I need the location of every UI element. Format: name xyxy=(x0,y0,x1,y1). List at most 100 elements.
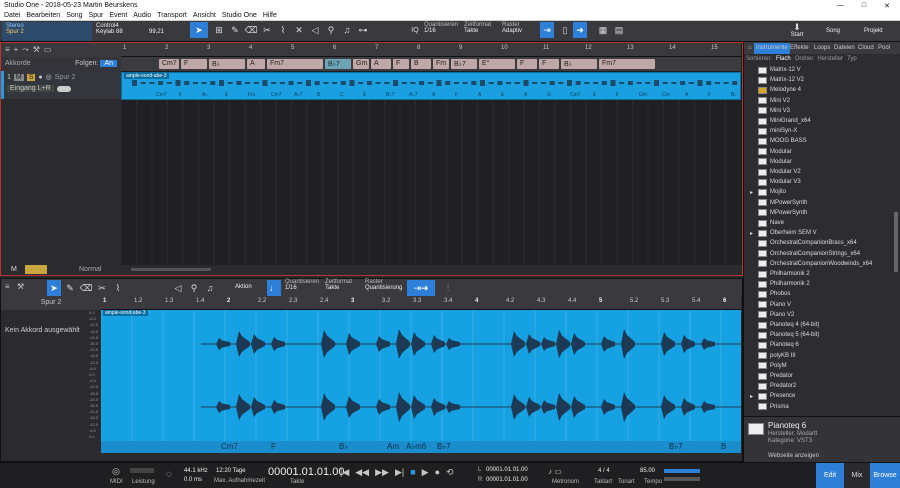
menu-bearbeiten[interactable]: Bearbeiten xyxy=(26,12,60,19)
chord-block[interactable]: B♭7 xyxy=(325,59,351,69)
instrument-item[interactable]: Pianoteq 6 xyxy=(758,340,898,350)
tab-dateien[interactable]: Dateien xyxy=(832,43,857,54)
metronome-icon[interactable]: ♪ ▭ xyxy=(548,467,562,476)
editor-zoom-icon[interactable]: ⚲ xyxy=(187,280,201,296)
speaker-icon[interactable]: ◁ xyxy=(308,22,322,38)
menu-ansicht[interactable]: Ansicht xyxy=(193,12,216,19)
editor-chord-label[interactable]: Am xyxy=(387,442,399,451)
instrument-item[interactable]: MPowerSynth xyxy=(758,198,898,208)
editor-chord-label[interactable]: B♭7 xyxy=(437,442,451,451)
bend-icon[interactable]: ⌇ xyxy=(276,22,290,38)
editor-quantize-field[interactable]: Quantisieren 1/16 xyxy=(285,279,319,291)
instrument-item[interactable]: PolyM xyxy=(758,361,898,371)
instrument-item[interactable]: OrchestralCompanionBrass_x64 xyxy=(758,238,898,248)
eraser-icon[interactable]: ⌫ xyxy=(244,22,258,38)
maximize-button[interactable]: □ xyxy=(862,2,866,9)
chord-block[interactable]: Cm7 xyxy=(159,59,179,69)
grid-icon[interactable]: ▦ xyxy=(596,22,610,38)
tempo-value[interactable]: 85.00 xyxy=(640,468,655,474)
taktart-value[interactable]: 4 / 4 xyxy=(598,468,610,474)
chord-block[interactable]: F xyxy=(181,59,207,69)
record-button[interactable]: ● xyxy=(38,74,42,81)
instrument-item[interactable]: Predator2 xyxy=(758,381,898,391)
start-button[interactable]: ⬇ Start xyxy=(778,22,816,41)
autoscroll-icon[interactable]: ➜ xyxy=(573,22,587,38)
menu-hilfe[interactable]: Hilfe xyxy=(263,12,277,19)
chord-block[interactable]: B♭ xyxy=(209,59,245,69)
editor-menu-icon[interactable]: ≡ xyxy=(5,282,10,291)
instrument-item[interactable]: OrchestralCompanionStrings_x64 xyxy=(758,249,898,259)
editor-arrow-icon[interactable]: ➤ xyxy=(47,280,61,296)
chord-track-lane[interactable]: Cm7 F B♭ A Fm7 B♭7 Gm A F B Fm B♭7 E° F F B♭ Fm7 xyxy=(121,57,741,71)
chord-block[interactable]: F xyxy=(539,59,559,69)
snap-button[interactable]: ⇥ xyxy=(540,22,554,41)
instrument-item[interactable]: ▸ Mojito xyxy=(750,187,898,197)
raster-field[interactable]: Raster Adaptiv xyxy=(502,22,538,41)
chord-block[interactable]: F xyxy=(393,59,409,69)
sort-typ[interactable]: Typ xyxy=(847,56,857,64)
stop-icon[interactable]: ■ xyxy=(410,467,415,478)
editor-speaker-icon[interactable]: ◁ xyxy=(171,280,185,296)
menu-event[interactable]: Event xyxy=(109,12,127,19)
snap-rel-icon[interactable]: ▯ xyxy=(558,22,572,38)
instrument-item[interactable]: ▸ Presence xyxy=(750,391,898,401)
instrument-item[interactable]: MOOG BASS xyxy=(758,136,898,146)
menu-song[interactable]: Song xyxy=(66,12,82,19)
track-list-icon[interactable]: ≡ xyxy=(5,45,10,55)
play-icon[interactable]: ▶ xyxy=(422,467,429,478)
instrument-item[interactable]: Pianoteq 5 (64-bit) xyxy=(758,330,898,340)
iq-button[interactable]: IQ xyxy=(408,22,420,41)
editor-chord-lane[interactable]: Cm7 F B♭ Am A♭m6 B♭7 B♭7 B xyxy=(101,441,741,453)
editor-ruler[interactable]: 1 1.2 1.3 1.4 2 2.2 2.3 2.4 3 3.2 3.3 3.4 4 4.2 4.3 4.4… xyxy=(101,296,741,310)
volume-toggle[interactable] xyxy=(56,85,71,92)
mute-tool-icon[interactable]: ✕ xyxy=(292,22,306,38)
browser-scrollbar[interactable] xyxy=(894,212,898,272)
range-tool-icon[interactable]: ⊞ xyxy=(212,22,226,38)
horizontal-scrollbar[interactable] xyxy=(131,268,211,271)
editor-chord-label[interactable]: B♭7 xyxy=(669,442,683,451)
expand-arrow-icon[interactable]: ▸ xyxy=(750,230,753,237)
expand-arrow-icon[interactable]: ▸ xyxy=(750,189,753,196)
editor-wrench-icon[interactable]: ⚒ xyxy=(17,282,24,291)
forward-icon[interactable]: ▶▶ xyxy=(375,467,389,478)
editor-listen-icon[interactable]: ♫ xyxy=(203,280,217,296)
instrument-item[interactable]: Mini V3 xyxy=(758,106,898,116)
menu-datei[interactable]: Datei xyxy=(4,12,20,19)
tab-loops[interactable]: Loops xyxy=(812,43,832,54)
scissors-icon[interactable]: ✂ xyxy=(260,22,274,38)
track-name[interactable]: Spur 2 xyxy=(55,74,76,81)
tab-instrumente[interactable]: Instrumente xyxy=(754,43,790,54)
browser-home-icon[interactable]: ⌂ xyxy=(746,43,754,54)
footer-m-button[interactable]: M xyxy=(11,266,17,273)
track-row[interactable]: 1 M S ● ◎ Spur 2 Eingang L+R xyxy=(1,71,121,99)
arrange-grid[interactable] xyxy=(120,100,741,265)
editor-options-icon[interactable]: ⫶ xyxy=(441,280,455,296)
instrument-item[interactable]: Piano V xyxy=(758,300,898,310)
wrench-icon[interactable]: ⚒ xyxy=(33,45,40,55)
aktion-menu[interactable]: Aktion xyxy=(235,284,252,290)
audio-event[interactable]: ample-sond-abe-3 Cm7 F A♭ E Fm Cm7 A♭7 B C E B♭7 A♭… xyxy=(121,72,741,100)
editor-scissors-icon[interactable]: ✂ xyxy=(95,280,109,296)
edit-button[interactable]: Edit xyxy=(816,463,844,488)
chord-block[interactable]: A xyxy=(371,59,391,69)
instrument-item[interactable]: MPowerSynth xyxy=(758,208,898,218)
footer-normal-label[interactable]: Normal xyxy=(79,266,102,273)
instrument-item[interactable]: ▸ Oberheim SEM V xyxy=(750,228,898,238)
loop-end-value[interactable]: 00001.01.01.00 xyxy=(486,477,528,483)
instrument-item[interactable]: Philharmonik 2 xyxy=(758,269,898,279)
footer-color-swatch[interactable] xyxy=(25,265,47,274)
instrument-item[interactable]: Piano V2 xyxy=(758,310,898,320)
close-button[interactable]: ✕ xyxy=(884,2,890,10)
editor-chord-label[interactable]: Cm7 xyxy=(221,442,238,451)
website-link[interactable]: Webseite anzeigen xyxy=(768,453,819,459)
quantize-field[interactable]: Quantisieren 1/16 xyxy=(424,22,462,41)
loop-icon[interactable]: ⟲ xyxy=(446,467,454,478)
automation-icon[interactable]: ⤳ xyxy=(22,45,28,55)
pencil-icon[interactable]: ✎ xyxy=(228,22,242,38)
monitor-button[interactable]: ◎ xyxy=(46,73,52,81)
instrument-item[interactable]: Philharmonik 2 xyxy=(758,279,898,289)
tab-effekte[interactable]: Effekte xyxy=(788,43,811,54)
menu-studio-one[interactable]: Studio One xyxy=(222,12,257,19)
editor-timeformat-field[interactable]: Zeitformat Takte xyxy=(325,279,352,291)
tab-pool[interactable]: Pool xyxy=(876,43,892,54)
